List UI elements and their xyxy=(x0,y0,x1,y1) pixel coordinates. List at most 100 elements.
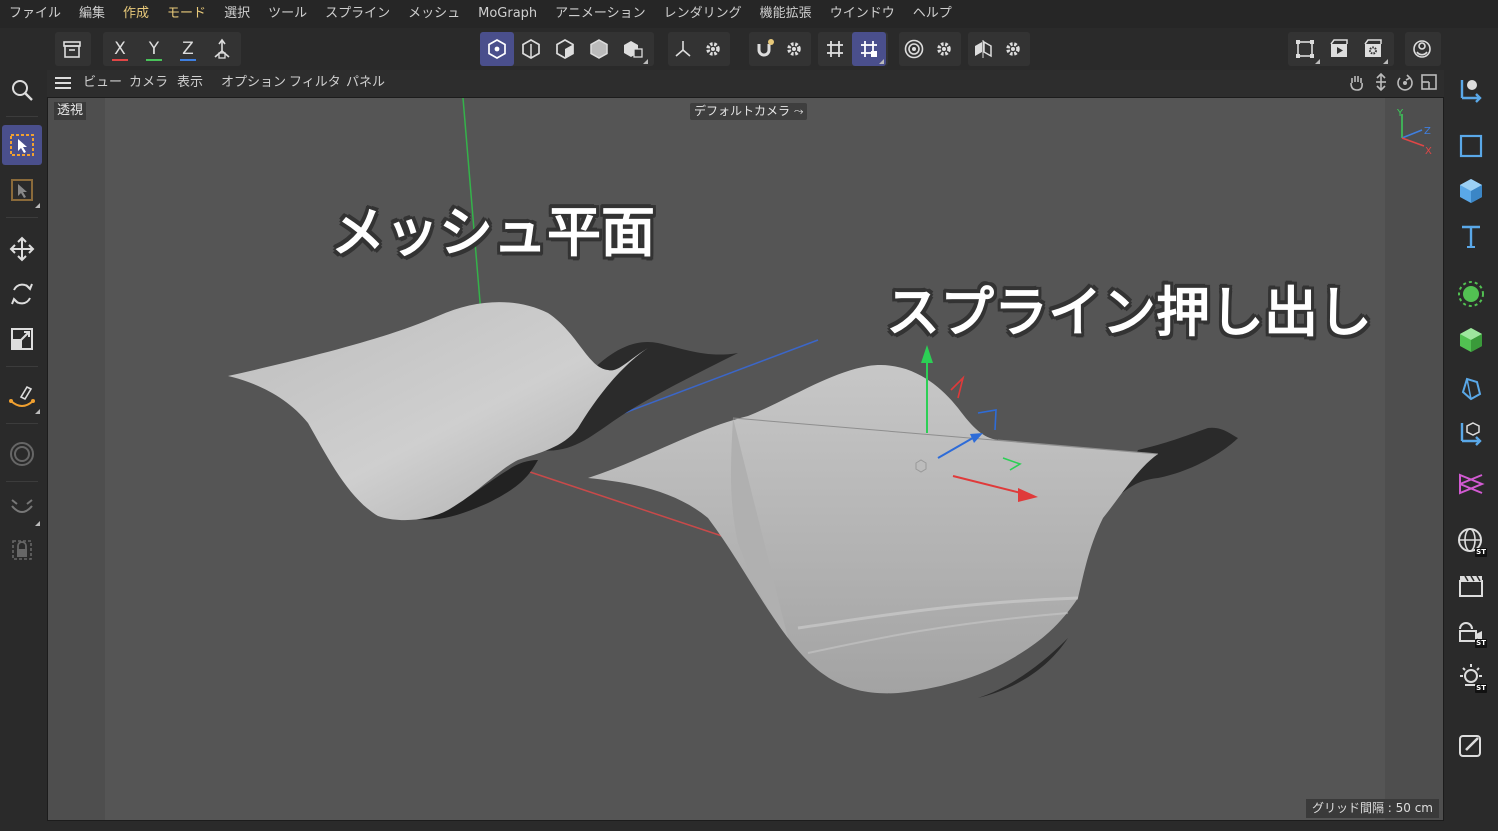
snap-button[interactable] xyxy=(749,32,779,66)
bottom-strip xyxy=(47,821,1444,831)
soft-selection-settings-button[interactable] xyxy=(929,32,959,66)
brush-button[interactable] xyxy=(2,488,42,528)
toolbar-group-layout xyxy=(1405,32,1441,66)
object-manager-button[interactable] xyxy=(1450,70,1492,112)
null-object-button[interactable] xyxy=(1450,125,1492,167)
live-selection-button[interactable] xyxy=(2,125,42,165)
selection-frame-button[interactable] xyxy=(2,170,42,210)
soft-selection-button[interactable] xyxy=(899,32,929,66)
point-mode-icon xyxy=(556,39,574,59)
spline-pen-button[interactable] xyxy=(2,376,42,416)
symmetry-icon xyxy=(975,40,992,58)
axis-settings-button[interactable] xyxy=(698,32,728,66)
axis-mode-button[interactable] xyxy=(668,32,698,66)
globe-button[interactable]: ST xyxy=(1450,520,1492,562)
text-icon xyxy=(1462,225,1480,248)
light-button[interactable]: ST xyxy=(1450,656,1492,698)
axis-mode-icon xyxy=(675,41,691,57)
toolbar-group-symmetry xyxy=(968,32,1030,66)
clapper-button[interactable] xyxy=(1450,565,1492,607)
axis-x-toggle[interactable]: X xyxy=(103,32,137,66)
render-region-button[interactable] xyxy=(1288,32,1322,66)
render-view-button[interactable] xyxy=(1322,32,1356,66)
deformer-button[interactable] xyxy=(1450,319,1492,361)
joint-button[interactable] xyxy=(1450,463,1492,505)
point-mode-button[interactable] xyxy=(548,32,582,66)
toolbar-group-grid xyxy=(818,32,888,66)
polygon-mode-button[interactable] xyxy=(582,32,616,66)
view-menu-camera[interactable]: カメラ xyxy=(129,70,168,96)
edit-button[interactable] xyxy=(1450,725,1492,767)
render-settings-button[interactable] xyxy=(1356,32,1390,66)
axis-z-toggle[interactable]: Z xyxy=(171,32,205,66)
symmetry-settings-button[interactable] xyxy=(998,32,1028,66)
radial-button[interactable] xyxy=(2,434,42,474)
view-menu-view[interactable]: ビュー xyxy=(83,70,122,96)
lock-button[interactable] xyxy=(2,530,42,570)
render-settings-icon xyxy=(1364,39,1382,57)
camera-label[interactable]: デフォルトカメラ ⤳ xyxy=(690,103,808,120)
search-icon xyxy=(12,80,33,101)
menu-edit[interactable]: 編集 xyxy=(70,0,114,28)
corner-axis-x xyxy=(1401,137,1425,147)
spline-pen-icon xyxy=(9,385,35,407)
menu-file[interactable]: ファイル xyxy=(0,0,70,28)
spline-tool-button[interactable] xyxy=(1450,413,1492,455)
generator-button[interactable] xyxy=(1450,273,1492,315)
uv-mode-icon xyxy=(624,41,643,58)
square-icon xyxy=(1459,134,1483,158)
symmetry-button[interactable] xyxy=(968,32,998,66)
toolbar-group-snap xyxy=(749,32,811,66)
view-menu-options[interactable]: オプション xyxy=(221,70,286,96)
workplane-button[interactable] xyxy=(818,32,852,66)
menu-animation[interactable]: アニメーション xyxy=(546,0,654,28)
uv-mode-button[interactable] xyxy=(616,32,650,66)
annotation-spline-extrude: スプライン押し出し xyxy=(886,281,1372,344)
cube-object-button[interactable] xyxy=(1450,170,1492,212)
rotate-button[interactable] xyxy=(2,274,42,314)
snap-settings-button[interactable] xyxy=(779,32,809,66)
camera-button[interactable]: ST xyxy=(1450,611,1492,653)
left-toolbar xyxy=(0,70,45,831)
menu-create[interactable]: 作成 xyxy=(114,0,158,28)
view-menu-display[interactable]: 表示 xyxy=(177,70,203,96)
menu-render[interactable]: レンダリング xyxy=(655,0,751,28)
menu-spline[interactable]: スプライン xyxy=(316,0,399,28)
model-mode-button[interactable] xyxy=(480,32,514,66)
view-menu-panel[interactable]: パネル xyxy=(346,70,385,96)
viewport[interactable]: Y Z X 透視 デフォルトカメラ ⤳ メッシュ平面 スプライン押し出し グリッ… xyxy=(47,97,1444,821)
menu-help[interactable]: ヘルプ xyxy=(904,0,961,28)
st-badge: ST xyxy=(1475,548,1487,557)
archive-icon xyxy=(63,41,81,58)
archive-button[interactable] xyxy=(55,32,89,66)
model-mode-icon xyxy=(488,39,506,59)
generator-icon xyxy=(1458,281,1484,307)
toolbar-group-soft xyxy=(899,32,961,66)
scale-button[interactable] xyxy=(2,319,42,359)
lock-icon xyxy=(12,540,32,560)
right-toolbar: ST ST ST xyxy=(1446,70,1498,831)
object-mode-icon xyxy=(522,39,540,59)
menu-mode[interactable]: モード xyxy=(158,0,215,28)
hand-icon xyxy=(1350,76,1363,91)
menu-select[interactable]: 選択 xyxy=(215,0,259,28)
grid-snap-button[interactable] xyxy=(852,32,886,66)
spline-tool-icon xyxy=(1460,422,1482,446)
coordinate-system-button[interactable] xyxy=(205,32,239,66)
viewport-header: ビュー カメラ 表示 オプション フィルタ パネル xyxy=(47,70,1444,97)
view-menu-filter[interactable]: フィルタ xyxy=(289,70,341,96)
menu-mograph[interactable]: MoGraph xyxy=(469,0,546,28)
text-object-button[interactable] xyxy=(1450,215,1492,257)
layout-button[interactable] xyxy=(1405,32,1439,66)
menu-mesh[interactable]: メッシュ xyxy=(399,0,469,28)
axis-y-toggle[interactable]: Y xyxy=(137,32,171,66)
rotate-icon xyxy=(11,283,33,305)
polygon-mode-icon xyxy=(590,39,608,59)
move-button[interactable] xyxy=(2,229,42,269)
menu-window[interactable]: ウインドウ xyxy=(821,0,904,28)
search-button[interactable] xyxy=(2,70,42,110)
menu-extensions[interactable]: 機能拡張 xyxy=(751,0,821,28)
volume-button[interactable] xyxy=(1450,367,1492,409)
object-mode-button[interactable] xyxy=(514,32,548,66)
menu-tools[interactable]: ツール xyxy=(259,0,316,28)
